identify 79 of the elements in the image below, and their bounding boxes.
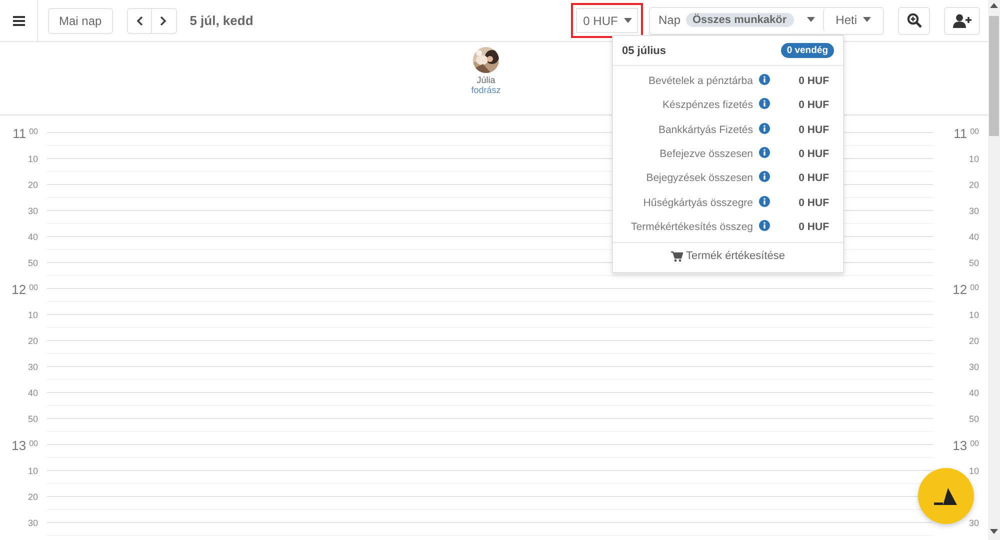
minute-label: 40 [968, 232, 979, 242]
summary-label: Hűségkártyás összegre [642, 196, 753, 209]
minute-label: 40 [968, 388, 979, 398]
zoom-in-icon [906, 13, 922, 28]
scroll-up-icon[interactable] [990, 3, 998, 8]
chevron-right-icon [160, 16, 168, 26]
hour-label: 13 $^{00}$ [952, 442, 979, 452]
minute-label: 20 [968, 180, 979, 190]
info-icon[interactable] [758, 171, 770, 182]
zoom-in-button[interactable] [898, 6, 930, 34]
staff-role: fodrász [471, 85, 501, 95]
caret-icon [806, 17, 815, 22]
summary-label: Bankkártyás Fizetés [657, 124, 753, 136]
chevron-left-icon [136, 16, 143, 26]
info-icon[interactable] [758, 220, 770, 231]
cart-icon [670, 250, 683, 262]
minute-label: 20 [28, 180, 38, 190]
info-icon[interactable] [758, 98, 770, 110]
hour-label: 12 $^{00}$ [952, 286, 979, 296]
minute-label: 30 [28, 362, 38, 372]
minute-label: 10 [28, 466, 38, 476]
summary-label: Bejegyzések összesen [645, 172, 753, 184]
caret-icon [624, 18, 632, 23]
hour-label: 11 $^{00}$ [954, 130, 979, 140]
caret-icon [863, 17, 871, 22]
minute-label: 50 [968, 258, 979, 268]
summary-value: 0 HUF [798, 75, 829, 88]
summary-value: 0 HUF [798, 148, 829, 160]
minute-label: 30 [28, 206, 38, 216]
minute-label: 30 [28, 518, 38, 528]
minute-label: 10 [968, 310, 979, 320]
minute-label: 20 [28, 336, 38, 346]
sell-product-button[interactable]: Termék értékesítése [668, 248, 788, 264]
minute-label: 10 [968, 154, 979, 164]
logo-icon [934, 486, 958, 506]
summary-label: Befejezve összesen [658, 148, 753, 160]
today-button[interactable]: Mai nap [48, 8, 113, 34]
summary-label: Termékértékesítés összeg [630, 220, 753, 233]
info-icon[interactable] [758, 122, 770, 134]
scroll-down-icon[interactable] [990, 529, 998, 534]
info-icon[interactable] [758, 147, 770, 158]
summary-value: 0 HUF [798, 99, 829, 112]
staff-name: Júlia [476, 75, 496, 85]
revenue-dropdown[interactable]: 0 HUF [571, 3, 644, 38]
add-user-button[interactable] [944, 6, 980, 34]
job-filter-tag: Összes munkakör [686, 12, 794, 26]
minute-label: 10 [968, 466, 979, 476]
add-user-icon [952, 14, 972, 28]
minute-label: 30 [968, 518, 979, 528]
summary-value: 0 HUF [798, 220, 829, 233]
previous-button[interactable] [126, 8, 152, 34]
minute-label: 30 [968, 362, 979, 372]
hour-label: 11 $^{00}$ [12, 130, 38, 140]
next-button[interactable] [152, 8, 177, 34]
info-icon[interactable] [758, 74, 770, 86]
summary-label: Készpénzes fizetés [662, 99, 753, 112]
minute-label: 20 [968, 336, 979, 346]
minute-label: 50 [28, 414, 38, 424]
minute-label: 40 [28, 232, 38, 242]
summary-value: 0 HUF [798, 196, 829, 209]
info-icon[interactable] [758, 196, 770, 207]
guest-count-badge: 0 vendég [780, 43, 834, 58]
hour-label: 13 $^{00}$ [12, 442, 38, 452]
minute-label: 30 [968, 206, 979, 216]
summary-value: 0 HUF [798, 172, 829, 184]
view-label: Nap [658, 12, 680, 26]
minute-label: 40 [28, 388, 38, 398]
minute-label: 50 [968, 414, 979, 424]
scrollbar-thumb[interactable] [989, 16, 999, 136]
summary-label: Bevételek a pénztárba [648, 75, 753, 88]
minute-label: 10 [28, 154, 38, 164]
popup-date: 05 július [622, 44, 666, 56]
hour-label: 12 $^{00}$ [12, 286, 38, 296]
current-date: 5 júl, kedd [190, 13, 254, 28]
minute-label: 50 [28, 258, 38, 268]
minute-label: 20 [28, 492, 38, 502]
summary-value: 0 HUF [798, 124, 829, 136]
menu-icon[interactable] [12, 16, 24, 26]
minute-label: 10 [28, 310, 38, 320]
